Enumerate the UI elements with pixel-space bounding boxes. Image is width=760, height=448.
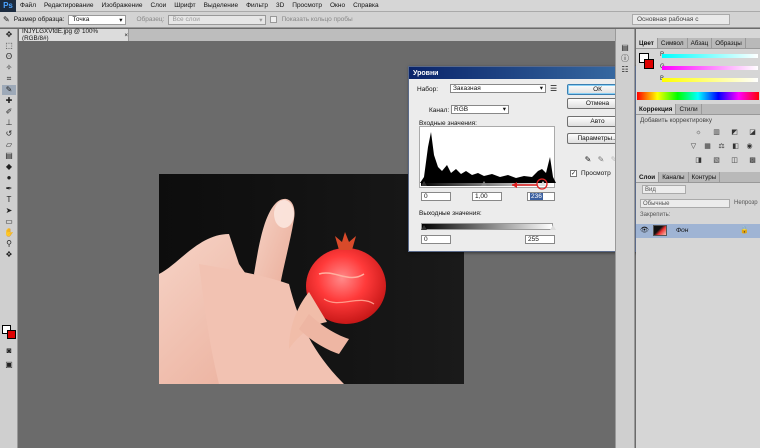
panel-icon-strip: ▤ ⓘ ☷: [615, 29, 635, 448]
layer-row[interactable]: 👁 Фон 🔒: [636, 224, 760, 238]
tab-character[interactable]: Символ: [658, 38, 688, 48]
color-spectrum[interactable]: [637, 92, 759, 100]
blend-mode-value: Обычные: [643, 201, 670, 207]
vibrance-icon[interactable]: ▽: [689, 143, 698, 151]
tab-swatches[interactable]: Образцы: [712, 38, 746, 48]
invert-icon[interactable]: ◨: [694, 157, 703, 165]
tab-paths[interactable]: Контуры: [689, 172, 721, 182]
black-white-icon[interactable]: ◧: [731, 143, 740, 151]
exposure-icon[interactable]: ◪: [748, 129, 757, 137]
color-balance-icon[interactable]: ⚖: [717, 143, 726, 151]
adjustments-hint: Добавить корректировку: [640, 117, 712, 124]
layer-name: Фон: [676, 227, 689, 234]
info-panel-icon[interactable]: ⓘ: [618, 54, 632, 64]
color-panel-tabs: Цвет Символ Абзац Образцы: [636, 38, 760, 49]
annotation-circle: [536, 178, 548, 190]
threshold-icon[interactable]: ◫: [730, 157, 739, 165]
panel-background-swatch[interactable]: [644, 59, 654, 69]
eye-icon[interactable]: 👁: [640, 226, 649, 234]
red-slider[interactable]: [662, 54, 758, 58]
tab-layers[interactable]: Слои: [636, 172, 660, 182]
blend-mode-select[interactable]: Обычные: [640, 199, 730, 208]
tab-color[interactable]: Цвет: [636, 38, 658, 48]
brightness-contrast-icon[interactable]: ☼: [694, 129, 703, 137]
opacity-label: Непрозр: [734, 200, 758, 206]
gradient-map-icon[interactable]: ▩: [748, 157, 757, 165]
curves-icon[interactable]: ◩: [730, 129, 739, 137]
lock-label: Закрепить:: [640, 212, 671, 218]
blue-slider[interactable]: [662, 78, 758, 82]
properties-panel-icon[interactable]: ☷: [618, 65, 632, 75]
kind-filter-value: Вид: [645, 187, 656, 193]
tab-adjustments[interactable]: Коррекция: [636, 104, 677, 114]
right-panels: Цвет Символ Абзац Образцы R G B Коррекци…: [636, 29, 760, 448]
layer-thumbnail: [653, 225, 667, 236]
tab-channels[interactable]: Каналы: [659, 172, 689, 182]
history-panel-icon[interactable]: ▤: [618, 43, 632, 53]
adjustments-panel-tabs: Коррекция Стили: [636, 104, 760, 115]
tab-paragraph[interactable]: Абзац: [688, 38, 713, 48]
levels-icon[interactable]: ▥: [712, 129, 721, 137]
annotation-arrowhead: [512, 182, 517, 188]
layers-panel-tabs: Слои Каналы Контуры: [636, 172, 760, 183]
green-slider[interactable]: [662, 66, 758, 70]
hue-saturation-icon[interactable]: ▦: [703, 143, 712, 151]
photo-filter-icon[interactable]: ◉: [745, 143, 754, 151]
lock-icon: 🔒: [740, 227, 749, 234]
posterize-icon[interactable]: ▧: [712, 157, 721, 165]
layer-kind-filter[interactable]: Вид: [642, 185, 686, 194]
tab-styles[interactable]: Стили: [676, 104, 702, 114]
